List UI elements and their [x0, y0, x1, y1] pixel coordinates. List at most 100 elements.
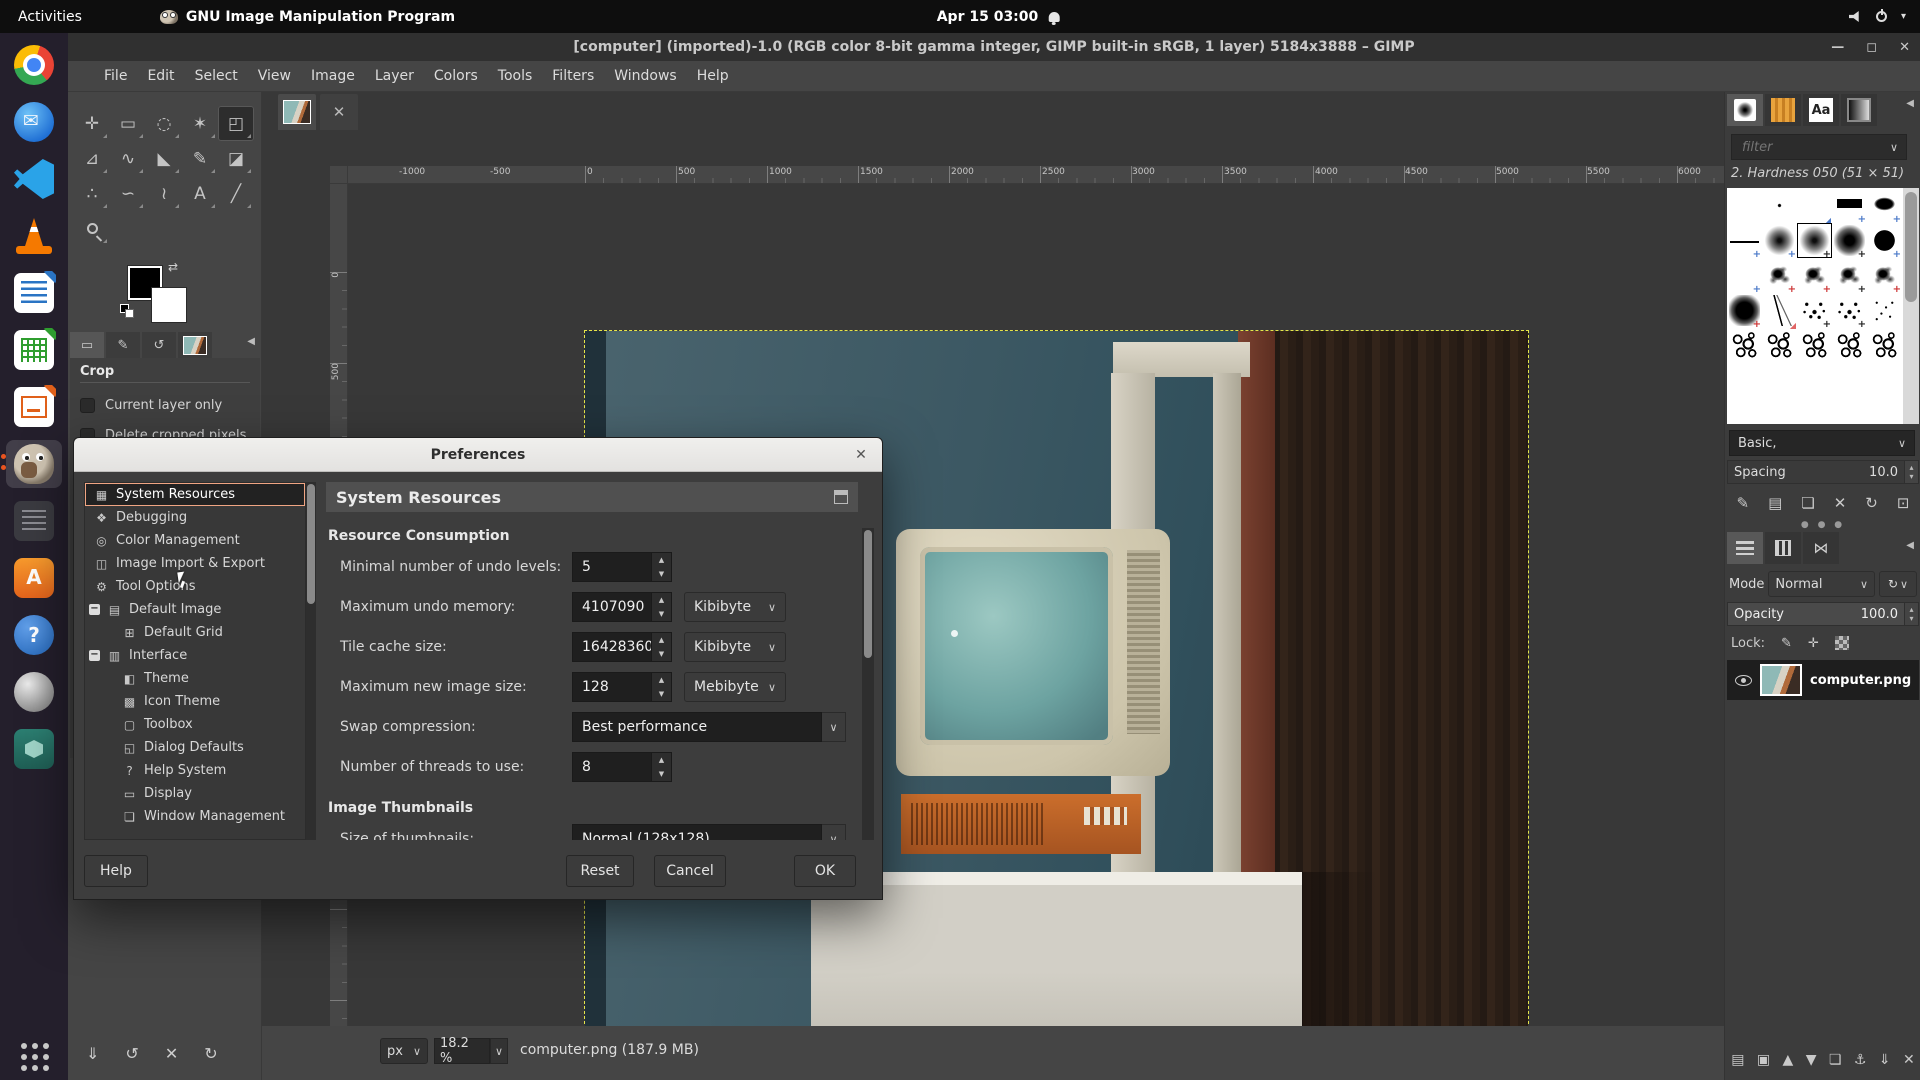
- dialog-close-icon[interactable]: ✕: [852, 446, 870, 464]
- layer-mode-switch[interactable]: ↻ ∨: [1879, 571, 1917, 597]
- brush-filter-input[interactable]: [1740, 139, 1870, 156]
- dropdown-chevron[interactable]: ∨: [822, 824, 846, 840]
- spinner-buttons[interactable]: ▲▼: [651, 673, 671, 701]
- menu-item[interactable]: Filters: [542, 61, 604, 91]
- menu-item[interactable]: Help: [687, 61, 739, 91]
- ruler-origin-corner[interactable]: [330, 166, 348, 184]
- lock-alpha-icon[interactable]: [1835, 636, 1849, 650]
- toolbox-footer-icon[interactable]: ✕: [165, 1044, 178, 1063]
- lock-pixels-icon[interactable]: ✎: [1781, 636, 1792, 651]
- layer-opacity-control[interactable]: Opacity 100.0 ▴▾: [1727, 602, 1919, 626]
- brush-action-icon[interactable]: ✕: [1834, 494, 1847, 512]
- tab-tool-options[interactable]: ▭: [70, 332, 104, 358]
- nav-scrollbar[interactable]: [306, 482, 316, 840]
- menu-item[interactable]: View: [248, 61, 301, 91]
- window-titlebar[interactable]: [computer] (imported)-1.0 (RGB color 8-b…: [68, 33, 1920, 61]
- preferences-nav-item[interactable]: − ▥ Interface: [85, 644, 305, 667]
- dock-item[interactable]: [6, 440, 62, 488]
- tool-button[interactable]: ✛: [74, 106, 110, 141]
- dock-item[interactable]: [6, 497, 62, 545]
- scrollbar-thumb[interactable]: [1905, 192, 1917, 302]
- brush-item[interactable]: [1867, 258, 1902, 293]
- preferences-nav-item[interactable]: − ◱ Dialog Defaults: [85, 736, 305, 759]
- unit-select[interactable]: Kibibyte ∨: [684, 592, 786, 622]
- dock-item[interactable]: [6, 41, 62, 89]
- brush-item[interactable]: [1867, 293, 1902, 328]
- layer-action-icon[interactable]: ✕: [1903, 1052, 1915, 1068]
- collapse-panel-icon[interactable]: ◀: [1906, 540, 1914, 551]
- brush-item[interactable]: [1727, 258, 1762, 293]
- tool-button[interactable]: ⊿: [74, 141, 110, 176]
- brush-item[interactable]: [1727, 223, 1762, 258]
- dock-item[interactable]: [6, 725, 62, 773]
- spinner-buttons[interactable]: ▲▼: [651, 593, 671, 621]
- brush-item[interactable]: [1762, 328, 1797, 363]
- menu-item[interactable]: Select: [185, 61, 248, 91]
- dock-item[interactable]: [6, 269, 62, 317]
- unit-select[interactable]: Kibibyte ∨: [684, 632, 786, 662]
- minimize-button[interactable]: —: [1831, 40, 1844, 55]
- number-input[interactable]: 4107090 ▲▼: [572, 592, 672, 622]
- number-input[interactable]: 128 ▲▼: [572, 672, 672, 702]
- brush-item[interactable]: [1832, 328, 1867, 363]
- dropdown-select[interactable]: Normal (128x128): [572, 824, 822, 840]
- layer-action-icon[interactable]: ▼: [1806, 1052, 1817, 1068]
- dropdown-select[interactable]: Best performance: [572, 712, 822, 742]
- dock-drag-handle[interactable]: ● ● ●: [1725, 520, 1920, 530]
- spinner-buttons[interactable]: ▲▼: [651, 553, 671, 581]
- close-button[interactable]: ✕: [1899, 40, 1910, 55]
- dock-item[interactable]: [6, 383, 62, 431]
- number-input[interactable]: 8 ▲▼: [572, 752, 672, 782]
- layer-action-icon[interactable]: ⇓: [1879, 1052, 1891, 1068]
- preferences-nav-item[interactable]: − ? Help System: [85, 759, 305, 782]
- tool-button[interactable]: ∴: [74, 176, 110, 211]
- brush-item[interactable]: [1727, 328, 1762, 363]
- menu-item[interactable]: Tools: [488, 61, 543, 91]
- tool-button[interactable]: ◰: [218, 106, 254, 141]
- tab-undo-history[interactable]: ↺: [142, 332, 176, 358]
- dock-item[interactable]: [6, 155, 62, 203]
- layer-action-icon[interactable]: ▣: [1757, 1052, 1770, 1068]
- tool-button[interactable]: ◣: [146, 141, 182, 176]
- content-scrollbar[interactable]: [862, 528, 874, 840]
- image-tab-inactive[interactable]: ✕: [320, 94, 358, 130]
- brush-item[interactable]: [1832, 258, 1867, 293]
- scrollbar-thumb[interactable]: [864, 530, 872, 658]
- dock-item[interactable]: [6, 326, 62, 374]
- dock-item[interactable]: [6, 668, 62, 716]
- cancel-button[interactable]: Cancel: [654, 855, 726, 887]
- tool-button[interactable]: ◪: [218, 141, 254, 176]
- expander-icon[interactable]: −: [89, 650, 100, 661]
- tool-button[interactable]: ∿: [110, 141, 146, 176]
- brush-item[interactable]: [1797, 188, 1832, 223]
- layer-mode-select[interactable]: Normal ∨: [1768, 571, 1875, 597]
- tool-button[interactable]: ≀: [146, 176, 182, 211]
- tool-button[interactable]: ∽: [110, 176, 146, 211]
- tool-button[interactable]: ✎: [182, 141, 218, 176]
- brush-item[interactable]: [1832, 223, 1867, 258]
- brush-item[interactable]: [1797, 223, 1832, 258]
- layer-list-item[interactable]: computer.png: [1727, 660, 1919, 700]
- maximize-button[interactable]: ◻: [1866, 40, 1877, 55]
- brush-action-icon[interactable]: ❏: [1801, 494, 1814, 512]
- brush-item[interactable]: [1867, 188, 1902, 223]
- spacing-stepper[interactable]: ▴▾: [1904, 461, 1918, 483]
- menu-item[interactable]: Windows: [604, 61, 687, 91]
- brush-item[interactable]: [1832, 188, 1867, 223]
- brush-scrollbar[interactable]: [1903, 188, 1919, 424]
- expander-icon[interactable]: −: [89, 604, 100, 615]
- preferences-nav-item[interactable]: − ⚙ Tool Options: [85, 575, 305, 598]
- dock-item[interactable]: [6, 554, 62, 602]
- tab-brushes[interactable]: [1727, 94, 1763, 126]
- system-tray[interactable]: ▾: [1849, 11, 1906, 22]
- brush-action-icon[interactable]: ▤: [1768, 494, 1782, 512]
- lock-position-icon[interactable]: ✛: [1808, 636, 1819, 651]
- swap-colors-icon[interactable]: ⇄: [168, 260, 178, 274]
- number-input[interactable]: 16428360 ▲▼: [572, 632, 672, 662]
- preferences-nav-item[interactable]: − ⊞ Default Grid: [85, 621, 305, 644]
- dialog-titlebar[interactable]: Preferences ✕: [74, 438, 882, 472]
- zoom-select-chevron[interactable]: ∨: [490, 1038, 508, 1064]
- tab-layers[interactable]: [1727, 532, 1763, 564]
- brush-item[interactable]: [1832, 293, 1867, 328]
- zoom-tool-button[interactable]: [74, 211, 110, 246]
